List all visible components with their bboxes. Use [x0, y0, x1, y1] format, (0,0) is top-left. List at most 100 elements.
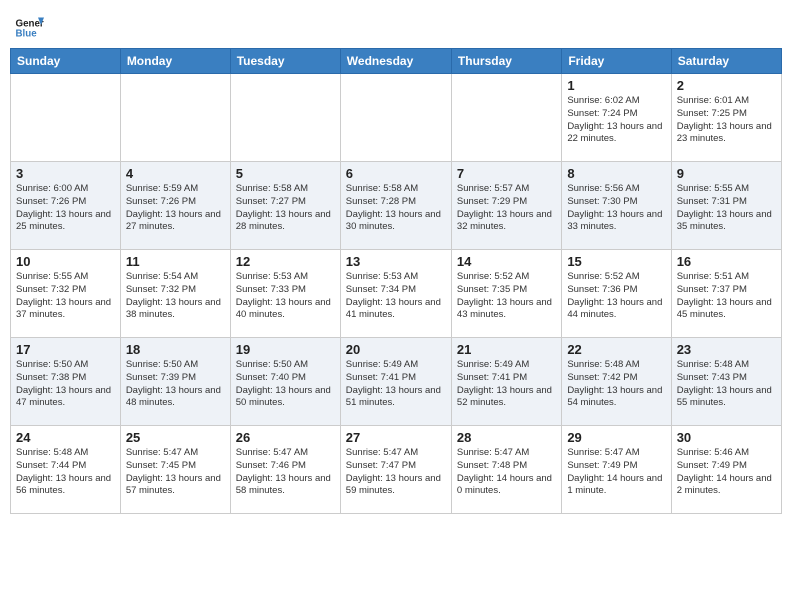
day-number: 28: [457, 430, 556, 445]
calendar-cell: 13Sunrise: 5:53 AM Sunset: 7:34 PM Dayli…: [340, 250, 451, 338]
day-info: Sunrise: 5:54 AM Sunset: 7:32 PM Dayligh…: [126, 271, 225, 322]
day-info: Sunrise: 6:02 AM Sunset: 7:24 PM Dayligh…: [567, 95, 665, 146]
day-number: 13: [346, 254, 446, 269]
calendar-cell: 10Sunrise: 5:55 AM Sunset: 7:32 PM Dayli…: [11, 250, 121, 338]
calendar-week-row: 17 Sunrise: 5:50 AM Sunset: 7:38 PM Dayli…: [11, 338, 782, 426]
weekday-header: Sunday: [11, 49, 121, 74]
day-info: Sunrise: 5:56 AM Sunset: 7:30 PM Dayligh…: [567, 183, 665, 234]
calendar-cell: 18 Sunrise: 5:50 AM Sunset: 7:39 PM Dayli…: [120, 338, 230, 426]
day-number: 14: [457, 254, 556, 269]
day-info: Sunrise: 5:50 AM Sunset: 7:40 PM Dayligh…: [236, 359, 335, 410]
day-number: 3: [16, 166, 115, 181]
day-number: 25: [126, 430, 225, 445]
calendar-cell: 11 Sunrise: 5:54 AM Sunset: 7:32 PM Dayli…: [120, 250, 230, 338]
day-number: 19: [236, 342, 335, 357]
day-number: 12: [236, 254, 335, 269]
svg-text:Blue: Blue: [16, 28, 38, 39]
day-info: Sunrise: 5:50 AM Sunset: 7:39 PM Dayligh…: [126, 359, 225, 410]
day-number: 4: [126, 166, 225, 181]
day-info: Sunrise: 5:49 AM Sunset: 7:41 PM Dayligh…: [457, 359, 556, 410]
calendar-cell: 14 Sunrise: 5:52 AM Sunset: 7:35 PM Dayli…: [451, 250, 561, 338]
day-number: 5: [236, 166, 335, 181]
calendar-week-row: 10Sunrise: 5:55 AM Sunset: 7:32 PM Dayli…: [11, 250, 782, 338]
day-number: 11: [126, 254, 225, 269]
calendar-week-row: 1 Sunrise: 6:02 AM Sunset: 7:24 PM Daylig…: [11, 74, 782, 162]
day-number: 30: [677, 430, 776, 445]
day-info: Sunrise: 5:48 AM Sunset: 7:42 PM Dayligh…: [567, 359, 665, 410]
weekday-header: Saturday: [671, 49, 781, 74]
day-info: Sunrise: 5:55 AM Sunset: 7:32 PM Dayligh…: [16, 271, 115, 322]
day-info: Sunrise: 5:48 AM Sunset: 7:44 PM Dayligh…: [16, 447, 115, 498]
day-info: Sunrise: 5:49 AM Sunset: 7:41 PM Dayligh…: [346, 359, 446, 410]
calendar-cell: [340, 74, 451, 162]
day-number: 15: [567, 254, 665, 269]
logo: General Blue: [14, 10, 44, 40]
day-number: 16: [677, 254, 776, 269]
day-info: Sunrise: 6:00 AM Sunset: 7:26 PM Dayligh…: [16, 183, 115, 234]
day-number: 20: [346, 342, 446, 357]
calendar-cell: 29 Sunrise: 5:47 AM Sunset: 7:49 PM Dayli…: [562, 426, 671, 514]
day-info: Sunrise: 5:52 AM Sunset: 7:36 PM Dayligh…: [567, 271, 665, 322]
day-number: 29: [567, 430, 665, 445]
day-number: 18: [126, 342, 225, 357]
day-number: 17: [16, 342, 115, 357]
day-info: Sunrise: 5:47 AM Sunset: 7:49 PM Dayligh…: [567, 447, 665, 498]
day-number: 21: [457, 342, 556, 357]
day-info: Sunrise: 5:58 AM Sunset: 7:27 PM Dayligh…: [236, 183, 335, 234]
day-number: 1: [567, 78, 665, 93]
calendar-cell: 5 Sunrise: 5:58 AM Sunset: 7:27 PM Daylig…: [230, 162, 340, 250]
calendar-cell: 1 Sunrise: 6:02 AM Sunset: 7:24 PM Daylig…: [562, 74, 671, 162]
calendar-header-row: SundayMondayTuesdayWednesdayThursdayFrid…: [11, 49, 782, 74]
calendar-cell: 26 Sunrise: 5:47 AM Sunset: 7:46 PM Dayli…: [230, 426, 340, 514]
calendar-week-row: 24 Sunrise: 5:48 AM Sunset: 7:44 PM Dayli…: [11, 426, 782, 514]
day-info: Sunrise: 5:53 AM Sunset: 7:33 PM Dayligh…: [236, 271, 335, 322]
calendar-cell: 20 Sunrise: 5:49 AM Sunset: 7:41 PM Dayli…: [340, 338, 451, 426]
day-info: Sunrise: 5:52 AM Sunset: 7:35 PM Dayligh…: [457, 271, 556, 322]
calendar-cell: [11, 74, 121, 162]
calendar-cell: 21 Sunrise: 5:49 AM Sunset: 7:41 PM Dayli…: [451, 338, 561, 426]
day-info: Sunrise: 5:50 AM Sunset: 7:38 PM Dayligh…: [16, 359, 115, 410]
day-number: 24: [16, 430, 115, 445]
day-info: Sunrise: 5:46 AM Sunset: 7:49 PM Dayligh…: [677, 447, 776, 498]
calendar-cell: 3 Sunrise: 6:00 AM Sunset: 7:26 PM Daylig…: [11, 162, 121, 250]
day-number: 26: [236, 430, 335, 445]
day-info: Sunrise: 5:47 AM Sunset: 7:48 PM Dayligh…: [457, 447, 556, 498]
day-number: 8: [567, 166, 665, 181]
day-info: Sunrise: 5:48 AM Sunset: 7:43 PM Dayligh…: [677, 359, 776, 410]
calendar-cell: [120, 74, 230, 162]
logo-icon: General Blue: [14, 10, 44, 40]
day-info: Sunrise: 5:57 AM Sunset: 7:29 PM Dayligh…: [457, 183, 556, 234]
day-info: Sunrise: 5:47 AM Sunset: 7:45 PM Dayligh…: [126, 447, 225, 498]
calendar-cell: 4 Sunrise: 5:59 AM Sunset: 7:26 PM Daylig…: [120, 162, 230, 250]
calendar-cell: 23Sunrise: 5:48 AM Sunset: 7:43 PM Dayli…: [671, 338, 781, 426]
day-info: Sunrise: 5:59 AM Sunset: 7:26 PM Dayligh…: [126, 183, 225, 234]
calendar-cell: 12 Sunrise: 5:53 AM Sunset: 7:33 PM Dayli…: [230, 250, 340, 338]
calendar-cell: 15 Sunrise: 5:52 AM Sunset: 7:36 PM Dayli…: [562, 250, 671, 338]
page-header: General Blue: [10, 10, 782, 40]
weekday-header: Tuesday: [230, 49, 340, 74]
day-number: 9: [677, 166, 776, 181]
day-info: Sunrise: 5:58 AM Sunset: 7:28 PM Dayligh…: [346, 183, 446, 234]
day-info: Sunrise: 5:51 AM Sunset: 7:37 PM Dayligh…: [677, 271, 776, 322]
calendar-cell: 19 Sunrise: 5:50 AM Sunset: 7:40 PM Dayli…: [230, 338, 340, 426]
day-number: 22: [567, 342, 665, 357]
day-info: Sunrise: 5:55 AM Sunset: 7:31 PM Dayligh…: [677, 183, 776, 234]
calendar-cell: 6 Sunrise: 5:58 AM Sunset: 7:28 PM Daylig…: [340, 162, 451, 250]
calendar-cell: 17 Sunrise: 5:50 AM Sunset: 7:38 PM Dayli…: [11, 338, 121, 426]
day-number: 7: [457, 166, 556, 181]
calendar-cell: 27Sunrise: 5:47 AM Sunset: 7:47 PM Dayli…: [340, 426, 451, 514]
calendar-cell: [451, 74, 561, 162]
calendar-cell: 7 Sunrise: 5:57 AM Sunset: 7:29 PM Daylig…: [451, 162, 561, 250]
day-number: 27: [346, 430, 446, 445]
day-info: Sunrise: 5:47 AM Sunset: 7:46 PM Dayligh…: [236, 447, 335, 498]
day-info: Sunrise: 6:01 AM Sunset: 7:25 PM Dayligh…: [677, 95, 776, 146]
calendar-cell: 24 Sunrise: 5:48 AM Sunset: 7:44 PM Dayli…: [11, 426, 121, 514]
calendar-cell: 25 Sunrise: 5:47 AM Sunset: 7:45 PM Dayli…: [120, 426, 230, 514]
calendar-cell: 16 Sunrise: 5:51 AM Sunset: 7:37 PM Dayli…: [671, 250, 781, 338]
calendar-cell: 28 Sunrise: 5:47 AM Sunset: 7:48 PM Dayli…: [451, 426, 561, 514]
calendar-cell: [230, 74, 340, 162]
calendar-week-row: 3 Sunrise: 6:00 AM Sunset: 7:26 PM Daylig…: [11, 162, 782, 250]
day-number: 6: [346, 166, 446, 181]
calendar-cell: 30 Sunrise: 5:46 AM Sunset: 7:49 PM Dayli…: [671, 426, 781, 514]
weekday-header: Monday: [120, 49, 230, 74]
